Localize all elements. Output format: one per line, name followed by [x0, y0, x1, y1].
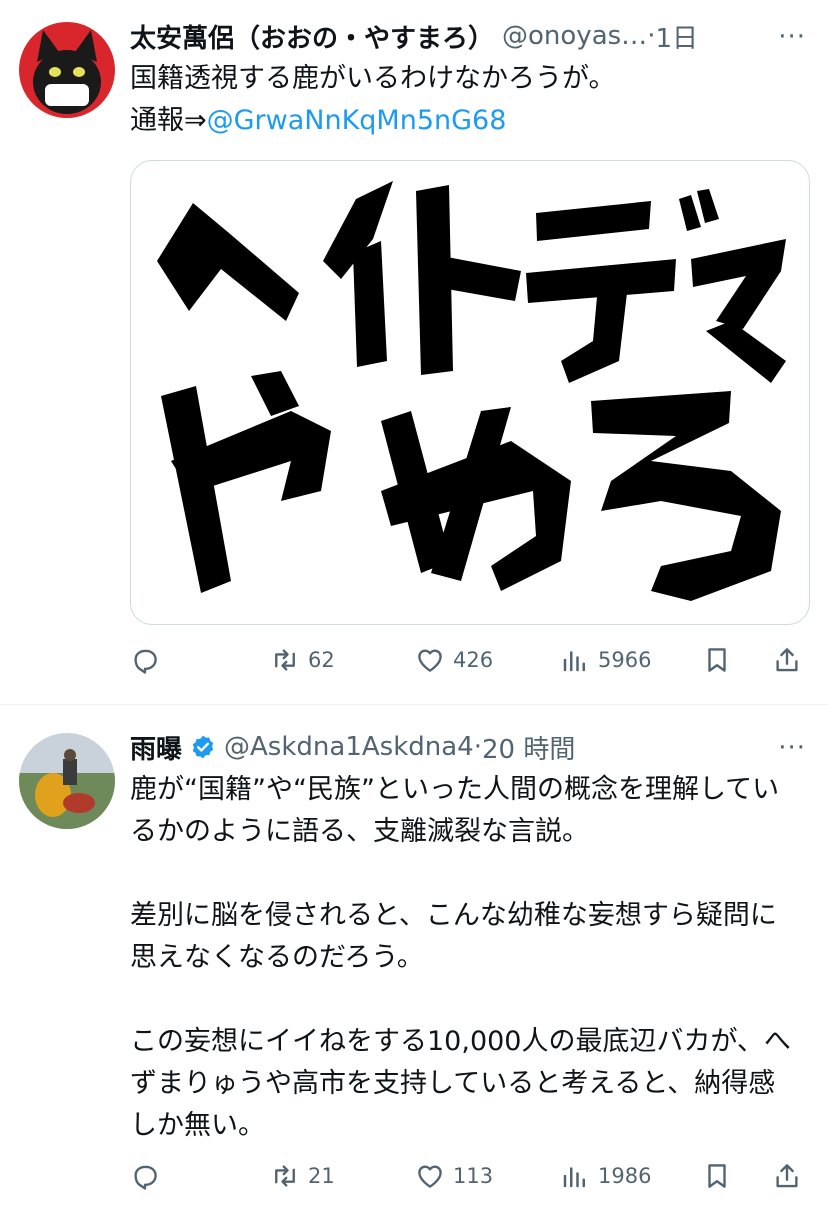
separator: · [647, 21, 656, 51]
like-button[interactable]: 113 [415, 1156, 493, 1196]
retweet-button[interactable]: 62 [270, 640, 335, 680]
action-bar: 62 426 5966 [130, 640, 810, 680]
share-icon [776, 648, 798, 672]
cat-avatar-image [19, 22, 115, 118]
views-button[interactable]: 5966 [560, 640, 651, 680]
avatar[interactable] [19, 22, 115, 118]
photo-avatar-image [19, 733, 115, 829]
views-icon [563, 651, 585, 672]
retweet-icon [275, 649, 295, 671]
tweet-text: 鹿が“国籍”や“民族”といった人間の概念を理解しているかのように語る、支離滅裂な… [130, 774, 791, 1141]
reply-button[interactable] [130, 1156, 160, 1196]
share-button[interactable] [772, 1156, 802, 1196]
more-icon[interactable]: ··· [778, 733, 806, 763]
bookmark-icon [708, 648, 726, 672]
bookmark-icon [708, 1164, 726, 1188]
timestamp[interactable]: 20 時間 [482, 729, 575, 766]
reply-button[interactable] [130, 640, 160, 680]
action-bar: 21 113 1986 [130, 1156, 810, 1196]
separator: · [473, 732, 482, 762]
tweet-header: 雨曝 @Askdna1Askdna4 · 20 時間 [130, 727, 804, 767]
bookmark-button[interactable] [702, 1156, 732, 1196]
views-icon [563, 1167, 585, 1188]
tweet[interactable]: 太安萬侶（おおの・やすまろ） @onoyas… · 1日 ··· 国籍透視する鹿… [0, 0, 828, 704]
like-icon [418, 649, 442, 672]
retweet-count: 21 [308, 1164, 335, 1188]
retweet-icon [275, 1165, 295, 1187]
display-name[interactable]: 太安萬侶（おおの・やすまろ） [130, 18, 494, 55]
verified-badge-icon [192, 735, 214, 759]
timestamp[interactable]: 1日 [655, 18, 698, 55]
views-count: 1986 [598, 1164, 652, 1188]
tweet-header: 太安萬侶（おおの・やすまろ） @onoyas… · 1日 [130, 16, 804, 56]
share-button[interactable] [772, 640, 802, 680]
like-count: 426 [453, 648, 494, 672]
retweet-button[interactable]: 21 [270, 1156, 335, 1196]
more-icon[interactable]: ··· [778, 22, 806, 52]
like-icon [418, 1165, 442, 1188]
reply-icon [134, 1165, 157, 1190]
handle[interactable]: @onoyas… [502, 21, 647, 51]
reply-icon [134, 649, 157, 674]
calligraphy-image [157, 181, 786, 601]
avatar[interactable] [19, 733, 115, 829]
media-image[interactable] [130, 160, 810, 625]
tweet[interactable]: 雨曝 @Askdna1Askdna4 · 20 時間 ··· 鹿が“国籍”や“民… [0, 704, 828, 1211]
retweet-count: 62 [308, 648, 335, 672]
display-name[interactable]: 雨曝 [130, 729, 182, 766]
like-count: 113 [453, 1164, 494, 1188]
tweet-text: 国籍透視する鹿がいるわけなかろうが。 通報⇒@GrwaNnKqMn5nG68 [130, 58, 798, 142]
mention-link[interactable]: @GrwaNnKqMn5nG68 [207, 105, 507, 136]
share-icon [776, 1164, 798, 1188]
handle[interactable]: @Askdna1Askdna4 [224, 732, 474, 762]
views-button[interactable]: 1986 [560, 1156, 651, 1196]
views-count: 5966 [598, 648, 652, 672]
bookmark-button[interactable] [702, 640, 732, 680]
like-button[interactable]: 426 [415, 640, 493, 680]
